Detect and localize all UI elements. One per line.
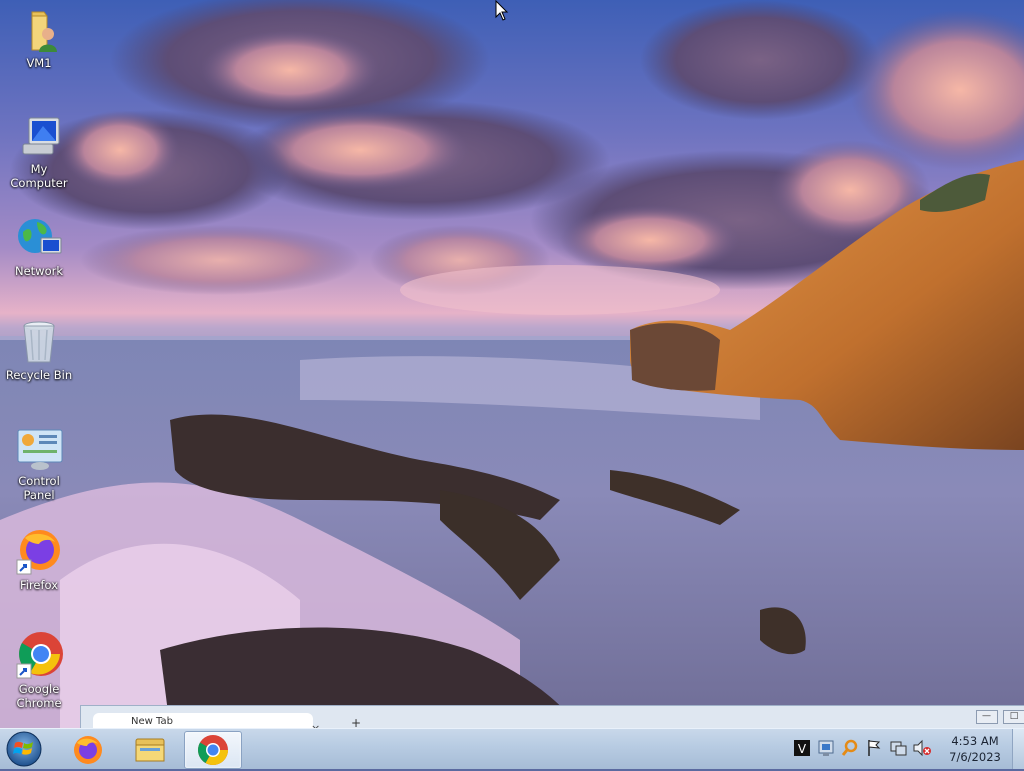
- minimize-button[interactable]: —: [976, 710, 998, 724]
- control-panel-icon: [15, 424, 63, 472]
- chrome-icon: [185, 732, 241, 768]
- search-tray-icon[interactable]: [840, 737, 860, 759]
- window-controls: — □: [974, 708, 1024, 724]
- taskbar-clock[interactable]: 4:53 AM 7/6/2023: [940, 733, 1010, 765]
- desktop-icon-recycle-bin[interactable]: Recycle Bin: [0, 318, 78, 382]
- taskbar: V 4:53 AM 7/6/2023: [0, 728, 1024, 769]
- browser-tab-title: New Tab: [131, 716, 173, 727]
- desktop-icon-label: Network: [0, 264, 78, 278]
- taskbar-explorer-button[interactable]: [122, 731, 178, 767]
- svg-text:V: V: [798, 742, 807, 756]
- taskbar-chrome-button[interactable]: [184, 731, 242, 769]
- desktop-icon-label: Control Panel: [0, 474, 78, 502]
- explorer-folder-icon: [122, 731, 178, 767]
- firefox-icon: [60, 731, 116, 767]
- mouse-cursor-icon: [495, 0, 509, 25]
- desktop-icon-my-computer[interactable]: My Computer: [0, 112, 78, 190]
- desktop-icon-label: Firefox: [0, 578, 78, 592]
- wallpaper-seascape-image: [0, 0, 1024, 728]
- desktop-icon-firefox[interactable]: Firefox: [0, 528, 78, 592]
- desktop-wallpaper: [0, 0, 1024, 728]
- clock-date: 7/6/2023: [940, 749, 1010, 765]
- taskbar-firefox-button[interactable]: [60, 731, 116, 767]
- desktop-icon-label: My Computer: [0, 162, 78, 190]
- clock-time: 4:53 AM: [940, 733, 1010, 749]
- desktop-icon-vm1[interactable]: VM1: [0, 6, 78, 70]
- desktop-icon-label: Google Chrome: [0, 682, 78, 710]
- maximize-button[interactable]: □: [1003, 710, 1024, 724]
- chrome-icon: [15, 632, 63, 680]
- windows-logo-icon: [4, 730, 44, 768]
- desktop-icon-network[interactable]: Network: [0, 214, 78, 278]
- network-status-icon[interactable]: [888, 737, 908, 759]
- keyboard-icon[interactable]: V: [792, 737, 812, 759]
- volume-muted-icon[interactable]: [912, 737, 932, 759]
- network-icon: [15, 214, 63, 262]
- network-tray-icon[interactable]: [816, 737, 836, 759]
- show-desktop-button[interactable]: [1012, 729, 1024, 769]
- desktop-icon-label: Recycle Bin: [0, 368, 78, 382]
- desktop-icon-control-panel[interactable]: Control Panel: [0, 424, 78, 502]
- desktop-icon-google-chrome[interactable]: Google Chrome: [0, 632, 78, 710]
- start-button[interactable]: [4, 730, 44, 768]
- user-folder-icon: [15, 6, 63, 54]
- action-center-flag-icon[interactable]: [864, 737, 884, 759]
- firefox-icon: [15, 528, 63, 576]
- computer-icon: [15, 112, 63, 160]
- recycle-bin-icon: [15, 318, 63, 366]
- desktop-icon-label: VM1: [0, 56, 78, 70]
